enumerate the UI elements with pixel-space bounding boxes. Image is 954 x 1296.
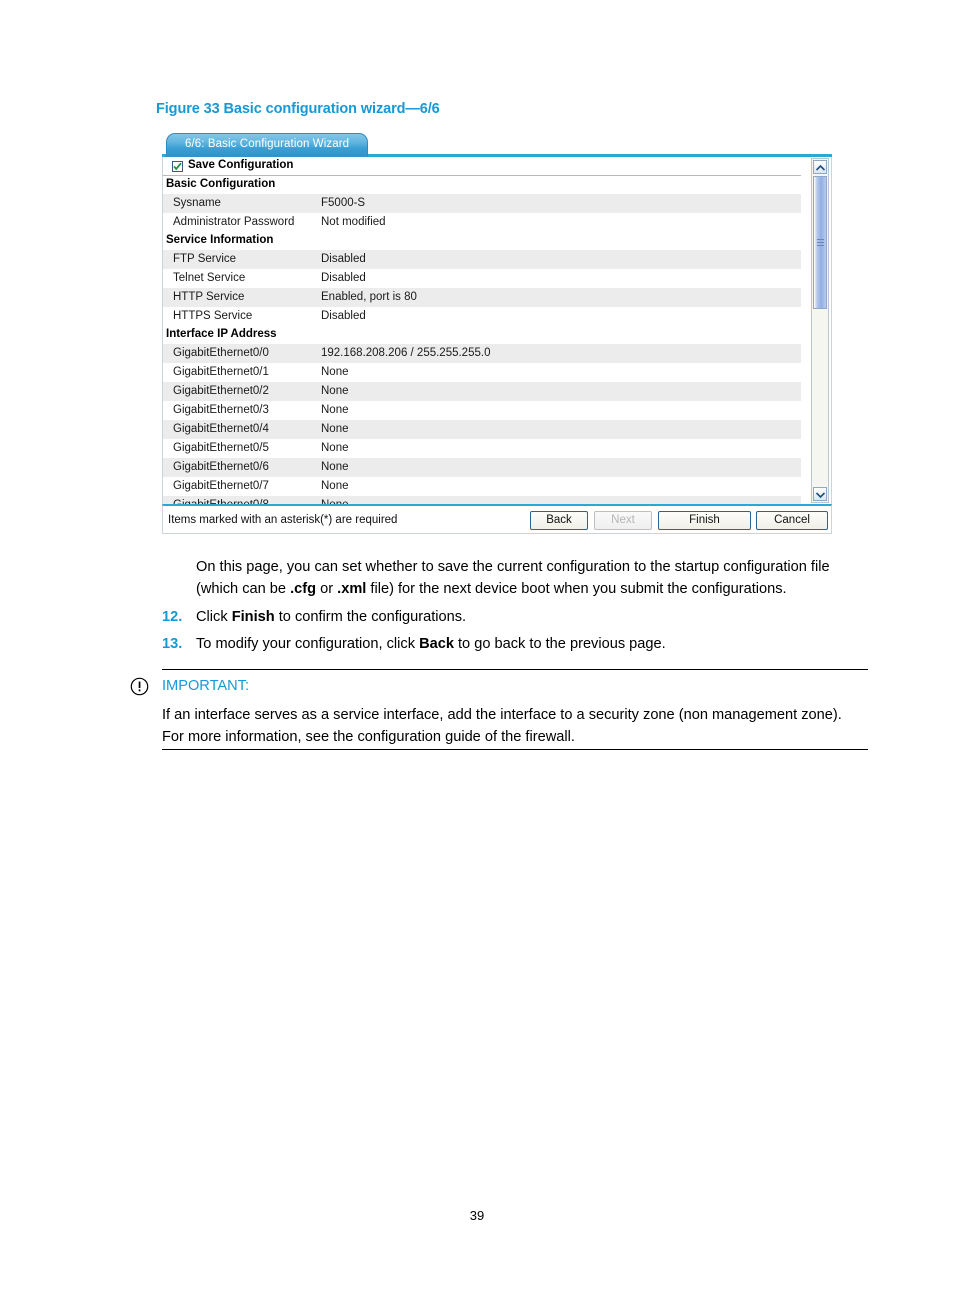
wizard-screenshot-panel: 6/6: Basic Configuration Wizard Save Con… — [162, 130, 832, 534]
row-key: Administrator Password — [173, 216, 295, 228]
row-key: GigabitEthernet0/7 — [173, 480, 269, 492]
step-12-text-a: Click — [196, 609, 232, 625]
cancel-button[interactable]: Cancel — [756, 511, 828, 530]
scroll-up-arrow-icon[interactable] — [813, 160, 827, 174]
table-row: GigabitEthernet0/5 None — [163, 439, 801, 458]
table-row: Telnet Service Disabled — [163, 269, 801, 288]
row-value: None — [321, 423, 349, 435]
note-divider-top — [162, 669, 868, 670]
vertical-scrollbar[interactable] — [811, 158, 829, 503]
section-header-label: Basic Configuration — [166, 178, 276, 190]
row-value: None — [321, 366, 349, 378]
table-row: HTTP Service Enabled, port is 80 — [163, 288, 801, 307]
scroll-down-arrow-icon[interactable] — [813, 487, 827, 501]
paragraph-line-1: On this page, you can set whether to sav… — [196, 559, 830, 575]
step-12-text-c: to confirm the configurations. — [274, 609, 467, 625]
row-value: Not modified — [321, 216, 386, 228]
row-value: Enabled, port is 80 — [321, 291, 417, 303]
step-13-bold: Back — [419, 636, 454, 652]
row-value: None — [321, 480, 349, 492]
paragraph-line-2a: (which can be — [196, 580, 291, 597]
tab-basic-configuration-wizard[interactable]: 6/6: Basic Configuration Wizard — [166, 133, 368, 157]
row-key: Telnet Service — [173, 272, 246, 284]
row-key: Sysname — [173, 197, 221, 209]
row-value: Disabled — [321, 272, 366, 284]
paragraph-cfg: .cfg — [290, 580, 317, 597]
wizard-content-area: Save Configuration Basic Configuration Sy… — [162, 157, 832, 504]
note-divider-bottom — [162, 749, 868, 750]
wizard-footer: Items marked with an asterisk(*) are req… — [162, 504, 832, 534]
row-value: Disabled — [321, 310, 366, 322]
wizard-tabstrip: 6/6: Basic Configuration Wizard — [162, 130, 832, 157]
scrollbar-thumb[interactable] — [813, 176, 827, 309]
table-row: FTP Service Disabled — [163, 250, 801, 269]
row-key: GigabitEthernet0/1 — [173, 366, 269, 378]
important-exclamation-icon — [130, 677, 149, 696]
row-key: GigabitEthernet0/3 — [173, 404, 269, 416]
section-header-label: Interface IP Address — [166, 328, 277, 340]
summary-table: Basic Configuration Sysname F5000-S Adminis… — [163, 176, 801, 504]
row-key: FTP Service — [173, 253, 237, 265]
required-fields-note: Items marked with an asterisk(*) are req… — [168, 514, 398, 526]
step-13-text-c: to go back to the previous page. — [453, 636, 666, 652]
table-row: Administrator Password Not modified — [163, 213, 801, 232]
save-configuration-row[interactable]: Save Configuration — [163, 157, 801, 176]
figure-caption: Figure 33 Basic configuration wizard—6/6 — [156, 101, 440, 117]
important-note-body: If an interface serves as a service inte… — [162, 705, 870, 748]
scrollbar-grip-icon — [817, 239, 824, 246]
finish-button[interactable]: Finish — [658, 511, 751, 530]
save-configuration-label: Save Configuration — [188, 159, 294, 171]
page-number: 39 — [469, 1208, 485, 1223]
table-row: GigabitEthernet0/7 None — [163, 477, 801, 496]
row-key: GigabitEthernet0/0 — [173, 347, 269, 359]
row-value: None — [321, 461, 349, 473]
back-button[interactable]: Back — [530, 511, 588, 530]
table-row: HTTPS Service Disabled — [163, 307, 801, 326]
step-13-text: To modify your configuration, click Back… — [196, 634, 666, 656]
row-key: HTTP Service — [173, 291, 245, 303]
table-row: GigabitEthernet0/1 None — [163, 363, 801, 382]
paragraph-xml: .xml — [337, 580, 367, 597]
step-13-text-a: To modify your configuration, click — [196, 636, 420, 652]
row-key: GigabitEthernet0/4 — [173, 423, 269, 435]
important-note-line-2: For more information, see the configurat… — [162, 728, 575, 745]
paragraph-line-2c: or — [316, 580, 338, 597]
step-12-text: Click Finish to confirm the configuratio… — [196, 607, 466, 629]
section-header: Basic Configuration — [163, 176, 801, 194]
table-row: GigabitEthernet0/2 None — [163, 382, 801, 401]
important-note-line-1: If an interface serves as a service inte… — [162, 707, 842, 723]
step-12-number: 12. — [162, 609, 183, 625]
row-value: None — [321, 385, 349, 397]
table-row: GigabitEthernet0/6 None — [163, 458, 801, 477]
section-header: Interface IP Address — [163, 326, 801, 344]
table-row: GigabitEthernet0/3 None — [163, 401, 801, 420]
important-note-title: IMPORTANT: — [162, 678, 250, 694]
row-value: 192.168.208.206 / 255.255.255.0 — [321, 347, 491, 359]
row-value: None — [321, 442, 349, 454]
row-key: GigabitEthernet0/2 — [173, 385, 269, 397]
paragraph-line-2e: file) for the next device boot when you … — [366, 580, 787, 597]
row-key: HTTPS Service — [173, 310, 253, 322]
row-key: GigabitEthernet0/6 — [173, 461, 269, 473]
table-row: GigabitEthernet0/4 None — [163, 420, 801, 439]
section-header-label: Service Information — [166, 234, 274, 246]
row-value: Disabled — [321, 253, 366, 265]
description-paragraph: On this page, you can set whether to sav… — [196, 557, 868, 600]
table-row: GigabitEthernet0/8None — [163, 496, 801, 504]
save-configuration-checkbox[interactable] — [172, 161, 183, 172]
tab-label: 6/6: Basic Configuration Wizard — [185, 138, 350, 150]
table-row: Sysname F5000-S — [163, 194, 801, 213]
section-header: Service Information — [163, 232, 801, 250]
step-12-bold: Finish — [231, 609, 275, 625]
row-value: F5000-S — [321, 197, 366, 209]
table-row: GigabitEthernet0/0 192.168.208.206 / 255.… — [163, 344, 801, 363]
next-button[interactable]: Next — [594, 511, 652, 530]
row-key: GigabitEthernet0/5 — [173, 442, 269, 454]
row-value: None — [321, 404, 349, 416]
step-13-number: 13. — [162, 636, 183, 652]
